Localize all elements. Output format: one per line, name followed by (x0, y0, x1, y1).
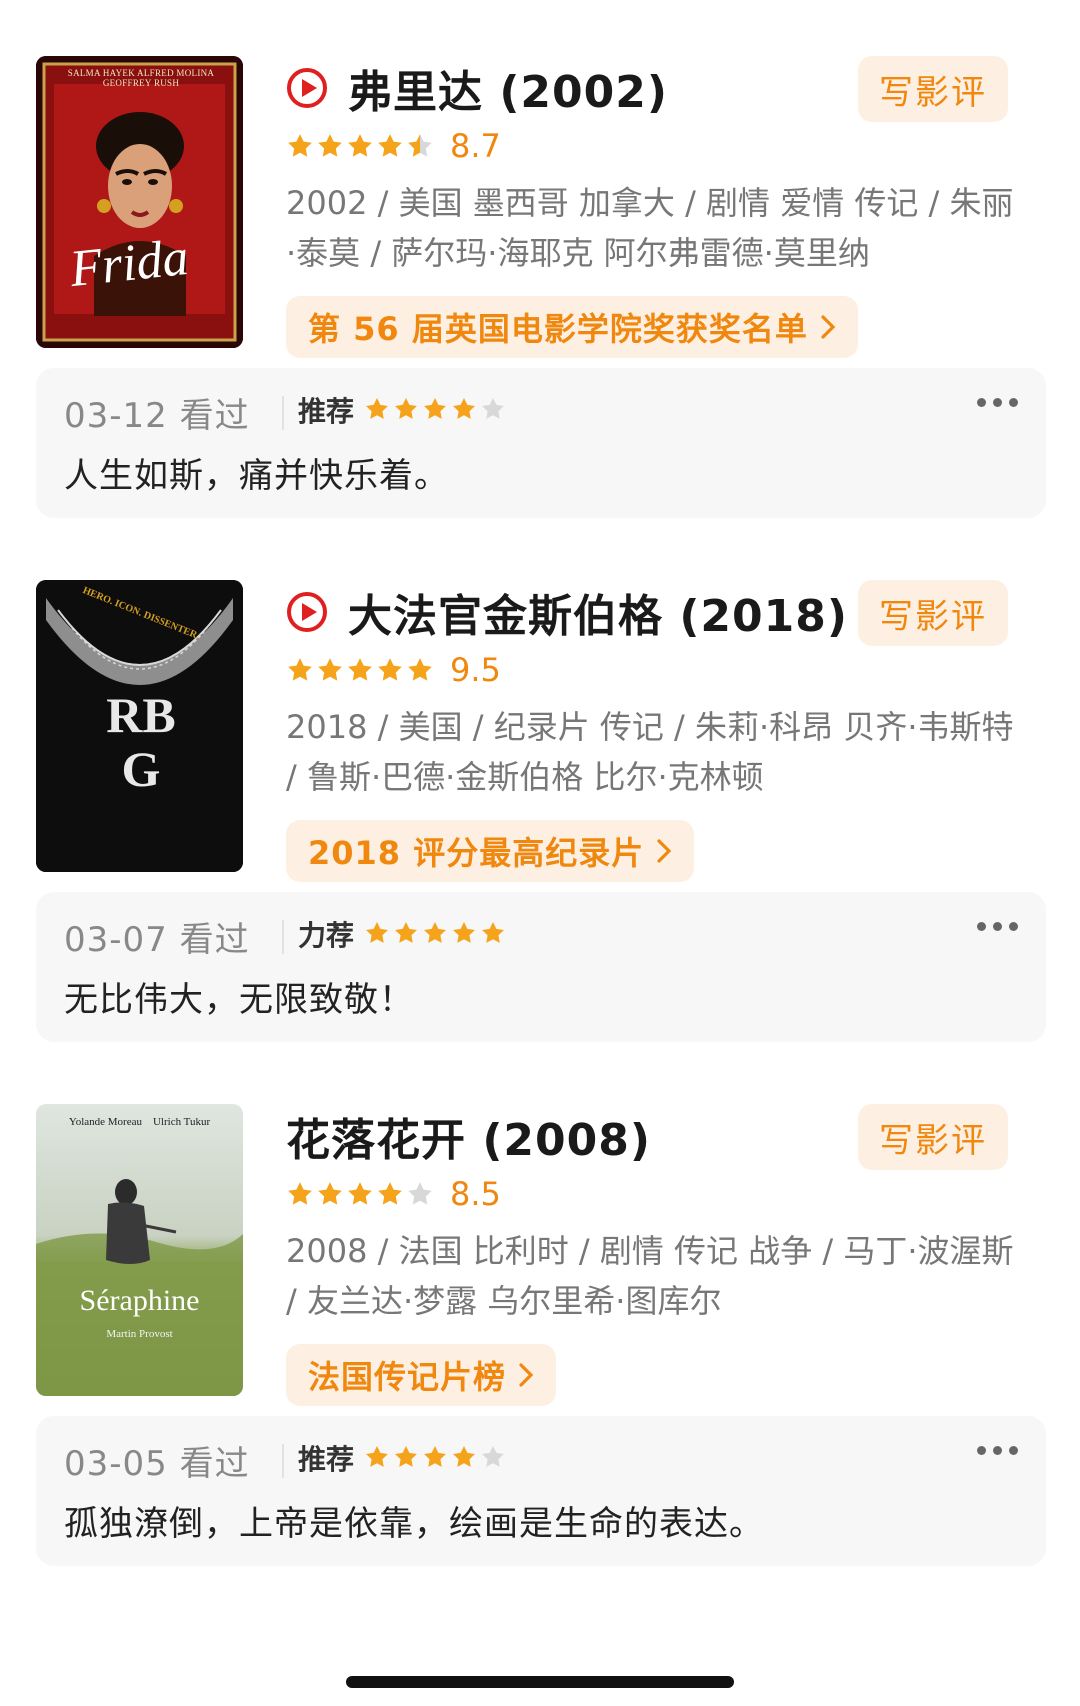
home-indicator[interactable] (346, 1676, 734, 1688)
divider (282, 920, 284, 954)
seraphine-poster-art (36, 1104, 243, 1396)
star-empty-icon (482, 1445, 504, 1467)
star-full-icon (395, 921, 417, 943)
movie-title[interactable]: 弗里达 (2002) (348, 56, 668, 120)
watched-date: 03-07 看过 (64, 920, 250, 960)
star-half-icon (408, 134, 432, 157)
star-full-icon (424, 1445, 446, 1467)
watched-date: 03-12 看过 (64, 396, 250, 436)
write-review-button[interactable]: 写影评 (858, 56, 1008, 122)
star-full-icon (453, 397, 475, 419)
star-full-icon (453, 1445, 475, 1467)
poster-credit-text: Yolande Moreau Ulrich Tukur (68, 1116, 211, 1128)
divider (282, 396, 284, 430)
poster-logo-text: Frida (67, 228, 192, 299)
poster-director-text: Martin Provost (106, 1328, 173, 1340)
star-full-icon (318, 1182, 342, 1205)
star-full-icon (288, 1182, 312, 1205)
review-card[interactable]: 03-05 看过 推荐 孤独潦倒，上帝是依靠，绘画是生命的表达。 (36, 1416, 1046, 1566)
star-full-icon (366, 1445, 388, 1467)
star-full-icon (408, 658, 432, 681)
rating-score: 8.5 (450, 1175, 501, 1213)
my-rating-stars (364, 920, 509, 946)
award-list-label: 2018 评分最高纪录片 (308, 834, 645, 872)
watched-date: 03-05 看过 (64, 1444, 250, 1484)
star-full-icon (318, 134, 342, 157)
star-full-icon (348, 134, 372, 157)
award-list-link[interactable]: 法国传记片榜 (286, 1344, 557, 1406)
recommend-label: 推荐 (298, 395, 355, 428)
play-icon[interactable] (286, 591, 328, 633)
write-review-button[interactable]: 写影评 (858, 1104, 1008, 1170)
star-full-icon (288, 658, 312, 681)
star-full-icon (366, 397, 388, 419)
award-list-label: 法国传记片榜 (308, 1358, 507, 1396)
write-review-button[interactable]: 写影评 (858, 580, 1008, 646)
star-full-icon (378, 1182, 402, 1205)
star-full-icon (366, 921, 388, 943)
star-full-icon (482, 921, 504, 943)
frida-poster-art (36, 56, 243, 348)
star-full-icon (348, 1182, 372, 1205)
rating-stars (286, 1180, 436, 1208)
star-full-icon (378, 658, 402, 681)
my-rating-stars (364, 396, 509, 422)
movie-poster[interactable]: HERO. ICON. DISSENTER. RBG (36, 580, 243, 872)
star-full-icon (424, 397, 446, 419)
divider (282, 1444, 284, 1478)
poster-logo-text: RBG (106, 687, 176, 797)
movie-meta: 2002 / 美国 墨西哥 加拿大 / 剧情 爱情 传记 / 朱丽·泰莫 / 萨… (286, 184, 1014, 272)
movie-meta: 2018 / 美国 / 纪录片 传记 / 朱莉·科昂 贝齐·韦斯特 / 鲁斯·巴… (286, 708, 1014, 796)
recommend-label: 力荐 (298, 919, 355, 952)
movie-poster[interactable]: SALMA HAYEK ALFRED MOLINA GEOFFREY RUSH … (36, 56, 243, 348)
review-card[interactable]: 03-07 看过 力荐 无比伟大，无限致敬！ (36, 892, 1046, 1042)
movie-card-frida[interactable]: SALMA HAYEK ALFRED MOLINA GEOFFREY RUSH … (36, 56, 1044, 358)
award-list-label: 第 56 届英国电影学院奖获奖名单 (308, 310, 808, 348)
recommend-label: 推荐 (298, 1443, 355, 1476)
star-full-icon (395, 397, 417, 419)
more-options-icon[interactable] (977, 398, 1018, 407)
chevron-right-icon (821, 315, 836, 339)
star-full-icon (453, 921, 475, 943)
chevron-right-icon (657, 839, 672, 863)
review-comment: 人生如斯，痛并快乐着。 (64, 456, 449, 496)
rating-stars (286, 656, 436, 684)
star-full-icon (288, 134, 312, 157)
movie-card-seraphine[interactable]: Yolande Moreau Ulrich Tukur Séraphine Ma… (36, 1104, 1044, 1406)
star-full-icon (318, 658, 342, 681)
more-options-icon[interactable] (977, 1446, 1018, 1455)
play-icon[interactable] (286, 67, 328, 109)
review-card[interactable]: 03-12 看过 推荐 人生如斯，痛并快乐着。 (36, 368, 1046, 518)
rating-stars (286, 132, 436, 160)
my-rating-stars (364, 1444, 509, 1470)
star-full-icon (424, 921, 446, 943)
star-full-icon (348, 658, 372, 681)
poster-logo-text: Séraphine (79, 1284, 200, 1317)
star-full-icon (378, 134, 402, 157)
award-list-link[interactable]: 第 56 届英国电影学院奖获奖名单 (286, 296, 858, 358)
award-list-link[interactable]: 2018 评分最高纪录片 (286, 820, 695, 882)
movie-title[interactable]: 花落花开 (2008) (286, 1104, 651, 1168)
rating-score: 9.5 (450, 651, 501, 689)
scroll-fade (820, 1640, 1080, 1700)
more-options-icon[interactable] (977, 922, 1018, 931)
star-empty-icon (482, 397, 504, 419)
star-full-icon (395, 1445, 417, 1467)
review-comment: 无比伟大，无限致敬！ (64, 980, 414, 1020)
movie-card-rbg[interactable]: HERO. ICON. DISSENTER. RBG 大法官金斯伯格 (2018… (36, 580, 1044, 882)
rating-score: 8.7 (450, 127, 501, 165)
movie-meta: 2008 / 法国 比利时 / 剧情 传记 战争 / 马丁·波渥斯 / 友兰达·… (286, 1232, 1014, 1320)
movie-poster[interactable]: Yolande Moreau Ulrich Tukur Séraphine Ma… (36, 1104, 243, 1396)
chevron-right-icon (519, 1363, 534, 1387)
review-comment: 孤独潦倒，上帝是依靠，绘画是生命的表达。 (64, 1504, 764, 1544)
star-empty-icon (408, 1182, 432, 1205)
poster-credit-text: SALMA HAYEK ALFRED MOLINA GEOFFREY RUSH (67, 68, 215, 88)
movie-title[interactable]: 大法官金斯伯格 (2018) (348, 580, 848, 644)
